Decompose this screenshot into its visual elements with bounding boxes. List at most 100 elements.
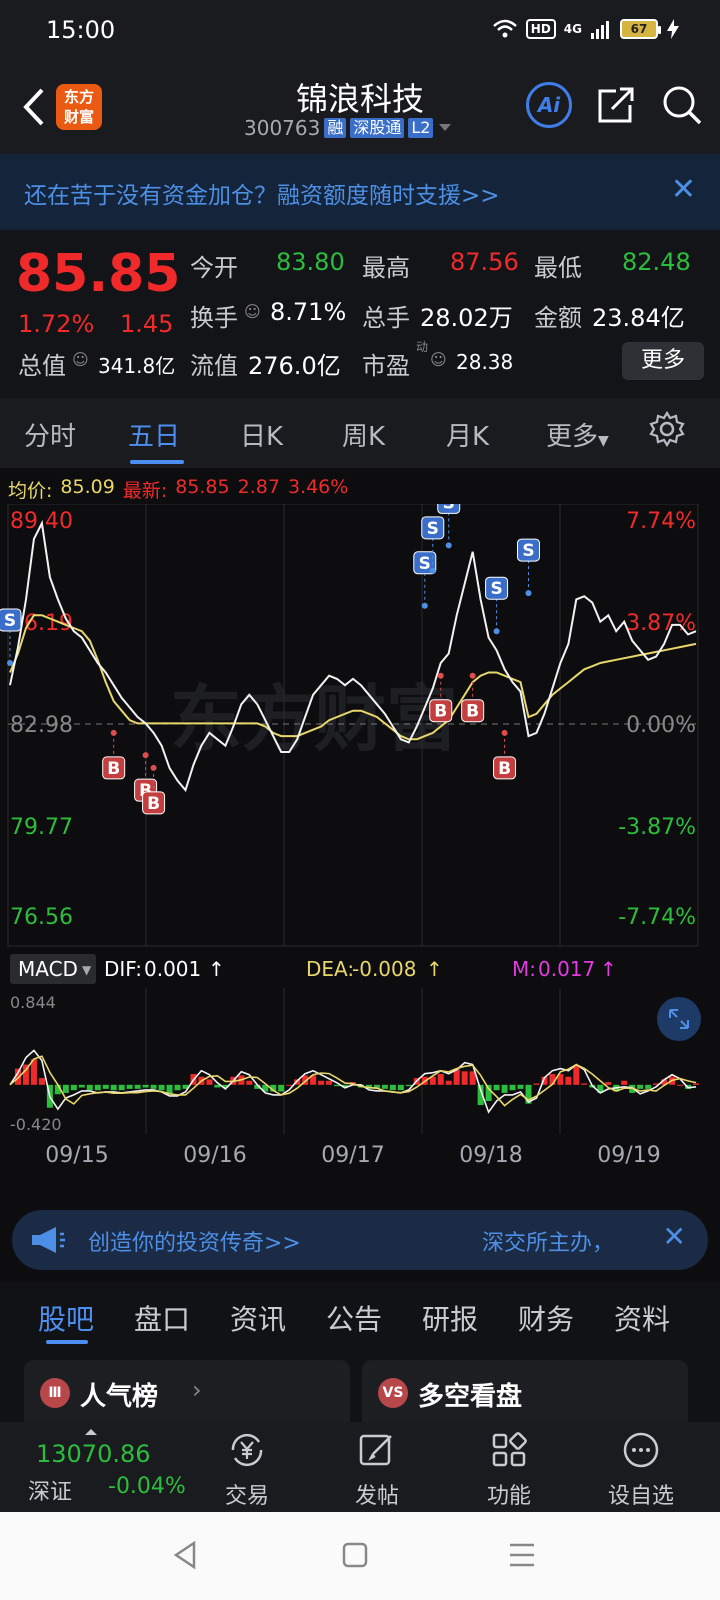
macd-histogram-bar [102,1084,109,1089]
edit-icon [359,1434,392,1466]
pe-superscript: 动 [416,340,429,354]
macd-histogram-bar [126,1084,133,1089]
search-icon[interactable] [660,83,704,127]
status-time: 15:00 [46,16,116,44]
ranking-icon: Ⅲ [40,1378,70,1408]
tab-five-day[interactable]: 五日 [128,416,180,453]
signal-dot [501,729,508,736]
dea-value: -0.008 [352,957,416,981]
tab-daily-k[interactable]: 日K [240,416,283,453]
megaphone-icon [32,1227,65,1253]
latest-percent: 3.46% [287,476,349,498]
feature-cards: Ⅲ 人气榜 › VS 多空看盘 [0,1352,720,1422]
index-value: 13070.86 [36,1440,151,1468]
nav-trade[interactable]: 交易 [202,1430,292,1510]
low-value: 82.48 [622,248,691,276]
macd-histogram-bar [206,1079,213,1085]
nav-post[interactable]: 发帖 [332,1430,422,1510]
price-axis-label: 76.56 [10,905,73,930]
status-bar: 15:00 HD 4G 67 [0,0,720,64]
macd-histogram-bar [533,1083,540,1085]
back-triangle-icon[interactable] [172,1540,198,1570]
info-icon[interactable]: ☺ [72,350,89,369]
latest-label: 最新: [122,480,168,502]
tab-weekly-k[interactable]: 周K [342,416,385,453]
tab-profile[interactable]: 资料 [614,1298,670,1338]
nav-functions[interactable]: 功能 [464,1430,554,1510]
dif-value: 0.001 [144,957,201,981]
trade-signals: SBBBSSSBBBSS [0,504,540,815]
info-icon[interactable]: ☺ [430,350,447,369]
dea-label: DEA: [306,957,354,981]
macd-histogram-bar [38,1078,45,1085]
up-arrow-icon: ↑ [426,957,443,981]
tab-intraday[interactable]: 分时 [24,416,76,453]
tab-more[interactable]: 更多▼ [546,416,609,453]
amount-label: 金额 [534,304,582,332]
avg-label: 均价: [8,480,53,502]
macd-min-label: -0.420 [10,1115,62,1134]
price-axis-label: 82.98 [10,713,73,738]
macd-histogram-bar [397,1084,404,1091]
five-day-chart[interactable]: 东方财富 89.40 7.74%86.19 3.87%82.98 0.00%79.77… [0,504,720,1198]
popularity-card[interactable]: Ⅲ 人气榜 › [24,1360,350,1422]
tag-margin: 融 [324,118,347,138]
macd-histogram-bar [501,1084,508,1093]
macd-histogram-bar [565,1076,572,1085]
network-label: 4G [563,22,582,36]
close-icon[interactable]: ✕ [671,172,696,207]
signal-icon [591,21,609,39]
fullscreen-button[interactable] [657,997,701,1041]
tab-more-label: 更多 [546,422,599,452]
promo-banner[interactable]: 还在苦于没有资金加仓？融资额度随时支援>> ✕ [0,154,720,230]
settings-gear-icon[interactable] [648,410,686,448]
close-icon[interactable]: ✕ [663,1220,686,1253]
tab-news[interactable]: 资讯 [230,1298,286,1338]
tab-forum[interactable]: 股吧 [38,1298,94,1338]
vs-icon: VS [378,1378,408,1408]
tab-announcements[interactable]: 公告 [326,1298,382,1338]
bull-bear-card[interactable]: VS 多空看盘 [362,1360,688,1422]
macd-histogram-bar [381,1084,388,1089]
macd-histogram-bar [118,1084,125,1091]
pct-axis-label: 7.74% [626,509,696,534]
bottom-nav: 13070.86 深证 -0.04% 交易 发帖 功能 设自选 [0,1422,720,1512]
macd-histogram-bar [94,1084,101,1091]
caret-up-icon [85,1429,97,1435]
share-icon[interactable] [594,83,638,127]
caret-down-icon [439,124,452,131]
macd-histogram-bar [677,1084,684,1086]
nav-watchlist[interactable]: 设自选 [596,1430,686,1510]
pe-value: 28.38 [456,350,514,374]
macd-histogram-bar [405,1084,412,1087]
high-label: 最高 [362,254,410,282]
more-button[interactable]: 更多 [622,342,704,380]
signal-dot [429,567,436,574]
signal-label: S [490,579,502,599]
macd-histogram-bar [517,1084,524,1089]
x-axis-date: 09/15 [45,1143,108,1168]
ai-button[interactable]: Ai [526,82,572,128]
tab-orderbook[interactable]: 盘口 [134,1298,190,1338]
ad-strip[interactable]: 创造你的投资传奇>> 深交所主办， ✕ [12,1210,708,1270]
caret-down-icon: ▼ [598,433,609,449]
nav-watchlist-label: 设自选 [607,1484,674,1509]
tab-financials[interactable]: 财务 [518,1298,574,1338]
signal-label: B [466,702,479,722]
stock-code-line[interactable]: 300763 融 深股通 L2 [244,116,453,140]
macd-histogram-bar [150,1084,157,1089]
home-square-icon[interactable] [342,1542,368,1568]
info-icon[interactable]: ☺ [244,302,261,321]
feature-tabs: 股吧 盘口 资讯 公告 研报 财务 资料 [0,1282,720,1352]
tag-connect: 深股通 [350,118,405,138]
tab-research[interactable]: 研报 [422,1298,478,1338]
tab-monthly-k[interactable]: 月K [446,416,489,453]
x-axis-labels: 09/15 09/16 09/17 09/18 09/19 [45,1143,660,1168]
macd-histogram-bar [174,1084,181,1091]
signal-label: B [498,759,511,779]
macd-header: MACD ▼ DIF: 0.001 ↑ DEA: -0.008 ↑ M: 0.0… [10,954,617,984]
recents-menu-icon[interactable] [508,1542,536,1568]
nav-functions-label: 功能 [486,1484,531,1509]
ad-text-right: 深交所主办， [482,1231,615,1256]
signal-dot [7,659,13,666]
